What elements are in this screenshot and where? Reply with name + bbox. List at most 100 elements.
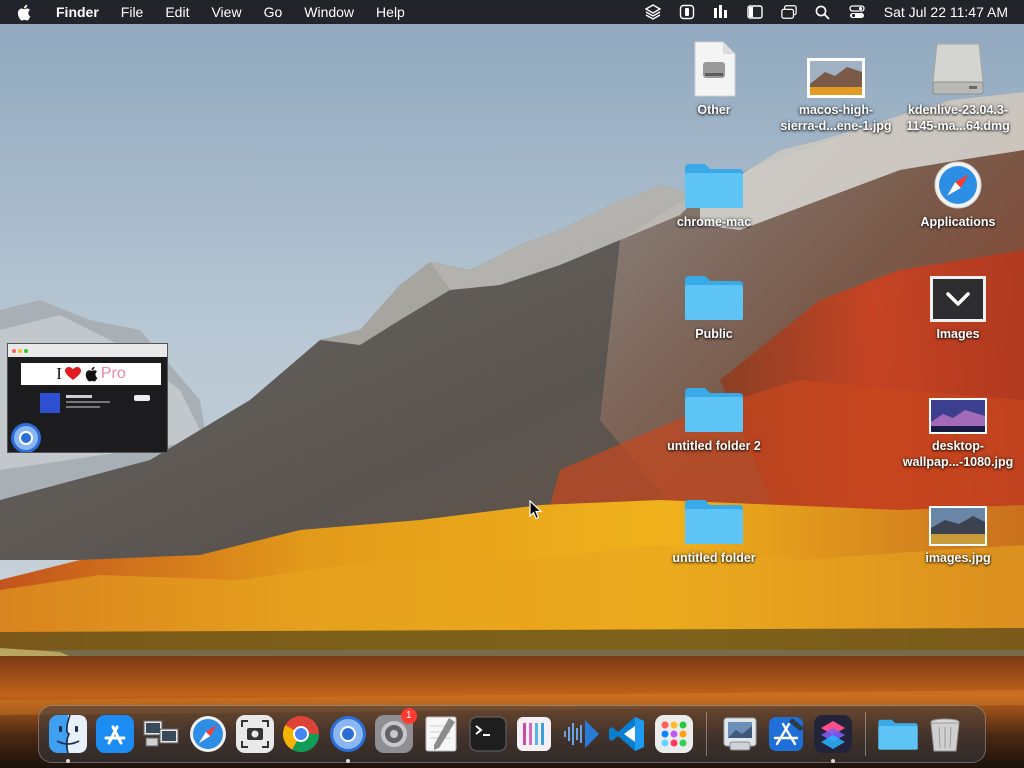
app-badge-icon[interactable] [679,4,695,20]
preview-icon [723,717,757,751]
apple-logo-icon [85,366,98,382]
dock-separator [865,712,867,756]
dock-shortcuts[interactable] [810,709,857,763]
chrome-icon [283,716,320,753]
chromium-icon [329,716,366,752]
dock-script-editor[interactable] [418,709,465,759]
menu-bar: Finder File Edit View Go Window Help Sat… [0,0,1024,24]
trash-icon [930,718,960,752]
desktop-icon-label: kdenlive-23.04.3- 1145-ma...64.dmg [906,103,1010,133]
chevron-down-icon [930,276,986,322]
menu-edit[interactable]: Edit [154,0,200,24]
xcode-icon [769,717,805,751]
desktop-icon-label: macos-high- sierra-d...ene-1.jpg [780,103,892,133]
dock-audio-app[interactable] [558,709,605,759]
folder-icon [878,719,919,750]
dock-safari[interactable] [185,709,232,759]
desktop-icon-images[interactable]: Images [897,260,1019,342]
folder-icon [685,388,743,432]
menu-help[interactable]: Help [365,0,416,24]
desktop-icon-label: Public [695,327,733,341]
drive-document-icon [694,41,736,97]
dock-vscode[interactable] [604,709,651,759]
search-icon[interactable] [815,4,831,20]
menu-bar-left: Finder File Edit View Go Window Help [0,0,416,24]
script-editor-icon [425,716,457,752]
running-indicator [830,759,835,763]
notification-badge: 1 [400,708,417,724]
dock-chrome[interactable] [278,709,325,759]
desktop-icon-chrome-mac[interactable]: chrome-mac [653,148,775,230]
thumbnail-titlebar [8,344,167,357]
dock-app-store[interactable] [92,709,139,759]
dock-trash[interactable] [922,709,969,759]
running-indicator [66,759,71,763]
app-menu-finder[interactable]: Finder [52,0,110,24]
dock-screenshot[interactable] [231,709,278,759]
vscode-icon [609,717,645,751]
dock-preview[interactable] [716,709,763,759]
folder-icon [685,276,743,320]
columns-icon [517,717,552,751]
dock-finder[interactable] [45,709,92,763]
audio-bars-icon[interactable] [713,4,729,20]
menu-bar-clock[interactable]: Sat Jul 22 11:47 AM [884,4,1008,20]
desktop-icon-label: untitled folder [672,551,756,565]
sidebar-icon[interactable] [747,4,763,20]
image-thumbnail-icon [929,506,987,546]
desktop-icon-label: Images [936,327,980,341]
menu-bar-right: Sat Jul 22 11:47 AM [636,0,1024,24]
thumbnail-content [38,391,167,419]
audio-waveform-icon [563,720,599,748]
dock-columns-app[interactable] [511,709,558,759]
desktop-icon-desktop-wallpaper-jpg[interactable]: desktop- wallpap...-1080.jpg [897,372,1019,470]
migration-assistant-icon [143,720,179,747]
app-store-icon [95,715,134,753]
desktop-icon-label: chrome-mac [676,215,752,229]
menu-window[interactable]: Window [293,0,365,24]
disk-image-icon [932,43,984,95]
desktop-icon-untitled-folder[interactable]: untitled folder [653,484,775,566]
safari-icon [190,716,227,752]
menu-file[interactable]: File [110,0,155,24]
desktop-icon-label: desktop- wallpap...-1080.jpg [902,439,1014,469]
dock-migration-assistant[interactable] [138,709,185,759]
menu-view[interactable]: View [200,0,252,24]
safari-icon [934,161,982,209]
desktop-icon-other[interactable]: Other [653,36,775,118]
desktop-icon-kdenlive-dmg[interactable]: kdenlive-23.04.3- 1145-ma...64.dmg [897,36,1019,134]
shortcuts-icon [813,715,852,753]
banner-pro: Pro [100,365,126,382]
desktop-icon-public[interactable]: Public [653,260,775,342]
finder-icon [49,714,88,754]
window-thumbnail[interactable]: I Pro [7,343,168,453]
folder-icon [685,500,743,544]
desktop-icon-applications[interactable]: Applications [897,148,1019,230]
dock-xcode[interactable] [763,709,810,759]
desktop-icon-images-jpg[interactable]: images.jpg [897,484,1019,566]
control-center-icon[interactable] [849,4,865,20]
desktop-icon-label: images.jpg [925,551,991,565]
terminal-icon [469,716,507,752]
apple-menu-icon[interactable] [16,4,38,21]
desktop-icon-label: untitled folder 2 [667,439,761,453]
screenshot-icon [235,715,274,753]
dock-launchpad[interactable] [651,709,698,759]
mouse-cursor-icon [529,500,543,520]
running-indicator [345,759,350,763]
dock-chromium[interactable] [325,709,372,763]
desktop-icon-macos-high-sierra-jpg[interactable]: macos-high- sierra-d...ene-1.jpg [775,36,897,134]
layers-icon[interactable] [644,4,661,20]
dock-downloads-folder[interactable] [875,709,922,759]
desktop-icon-untitled-folder-2[interactable]: untitled folder 2 [653,372,775,454]
dock-system-settings[interactable]: 1 [371,708,418,759]
dock: 1 [38,705,986,763]
dock-terminal[interactable] [464,709,511,759]
desktop-icon-label: Applications [920,215,996,229]
heart-icon [64,367,81,380]
banner-letter: I [56,364,62,383]
window-icon[interactable] [781,4,797,20]
menu-go[interactable]: Go [253,0,294,24]
dock-separator [706,712,708,756]
image-thumbnail-icon [807,58,865,98]
